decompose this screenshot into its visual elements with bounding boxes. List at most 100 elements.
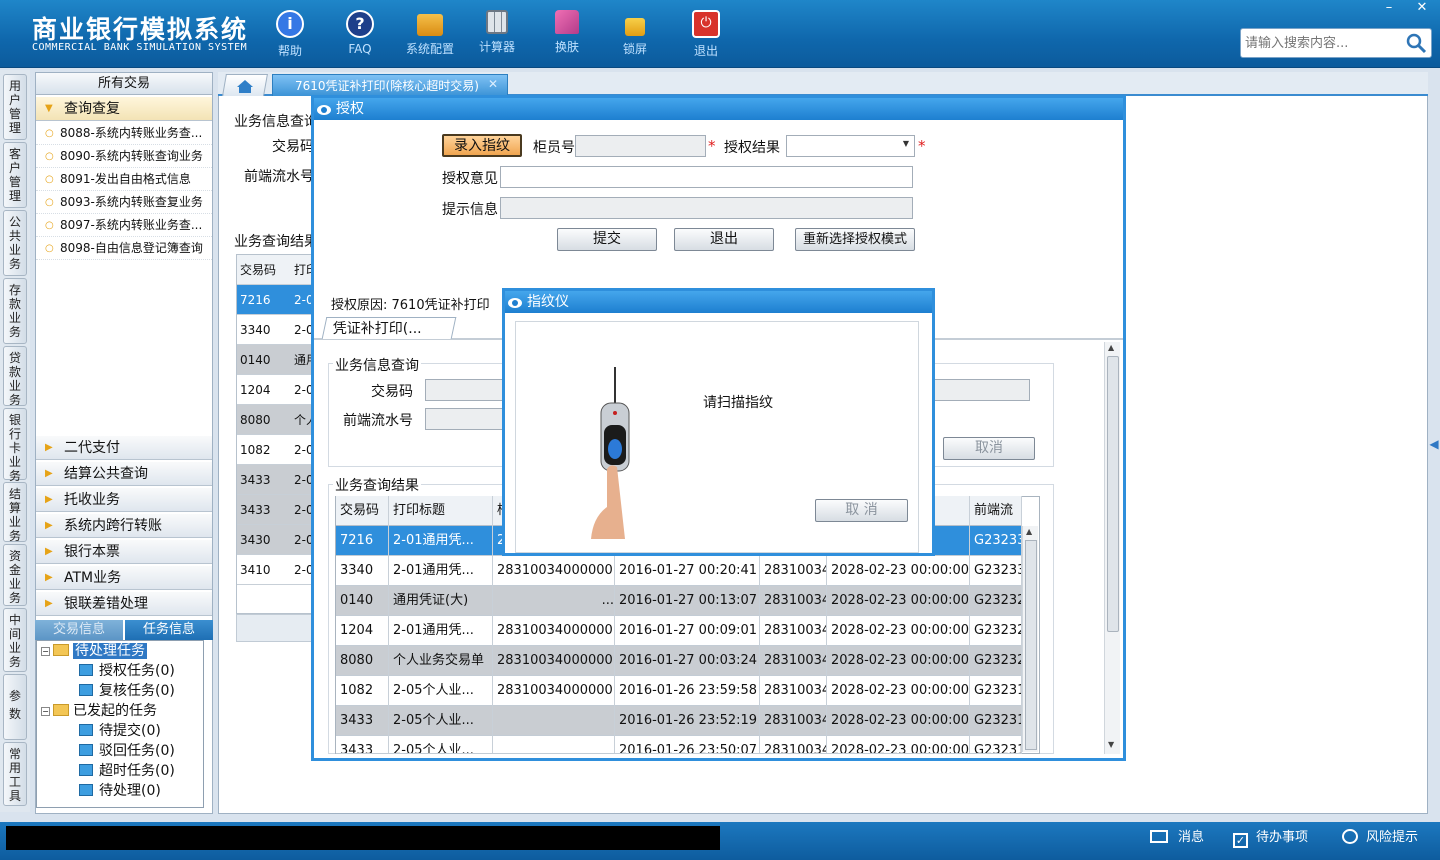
reselect-auth-mode-button[interactable]: 重新选择授权模式 [795,228,915,251]
bg-cell-title: 2-0 [291,285,311,315]
tab-task-info[interactable]: 任务信息 [125,620,213,640]
cell-title: 2-01通用凭... [389,616,493,646]
cell-expire: 2028-02-23 00:00:00 [827,646,970,676]
toolbar-faq-button[interactable]: ? FAQ [327,8,393,62]
vnav-customer-mgmt[interactable]: 客户管理 [3,142,27,208]
bg-cell-code: 3433 [237,495,291,525]
window-minimize-button[interactable]: – [1378,0,1400,18]
table-row[interactable]: 10822-05个人业...28310034000000122016-01-26… [336,676,1022,706]
cell-expire: 2028-02-23 00:00:00 [827,616,970,646]
menu-item[interactable]: ○ 8091-发出自由格式信息 [36,168,212,191]
auth-result-select[interactable]: ▼ [786,135,915,157]
menu-item[interactable]: ○ 8093-系统内转账查复业务 [36,191,212,214]
collapse-right-icon[interactable]: ◀ [1428,424,1440,464]
fingerprint-entry-button[interactable]: 录入指纹 [442,134,522,157]
tree-node-pending[interactable]: − 待处理任务 [41,641,147,661]
submit-button[interactable]: 提交 [557,228,657,251]
menu-item[interactable]: ○ 8097-系统内转账业务查... [36,214,212,237]
vnav-loan[interactable]: 贷款业务 [3,346,27,407]
vnav-intermediate[interactable]: 中间业务 [3,608,27,672]
status-messages-button[interactable]: 消息 [1150,828,1204,848]
menu-group[interactable]: ▶ 二代支付 [36,436,212,460]
table-row[interactable]: 12042-01通用凭...28310034000000142016-01-27… [336,616,1022,646]
auth-result-label: 授权结果 [724,140,780,156]
tree-node-to-submit[interactable]: 待提交(0) [79,721,161,741]
menu-group[interactable]: ▶ 托收业务 [36,488,212,512]
chevron-right-icon: ▶ [45,442,53,453]
inner-cancel-button[interactable]: 取消 [943,437,1035,460]
chevron-right-icon: ▶ [45,598,53,609]
scroll-up-icon[interactable]: ▲ [1108,343,1114,352]
status-todo-button[interactable]: ✓ 待办事项 [1233,828,1308,848]
table-row[interactable]: 0140 通用凭证(大)... 2016-01-27 00:13:07 2831003… [336,586,1022,616]
cell-expire: 2028-02-23 00:00:00 [827,586,970,616]
toolbar-skin-button[interactable]: 换肤 [534,8,600,62]
scroll-down-icon[interactable]: ▼ [1108,740,1114,749]
toolbar-help-button[interactable]: i 帮助 [257,8,323,62]
tab-home[interactable] [222,74,268,96]
menu-item[interactable]: ○ 8098-自由信息登记簿查询 [36,237,212,260]
exit-button[interactable]: 退出 [674,228,774,251]
table-row[interactable]: 8080个人业务交易单28310034000000132016-01-27 00… [336,646,1022,676]
search-input[interactable] [1245,30,1405,56]
menu-item[interactable]: ○ 8088-系统内转账业务查... [36,122,212,145]
tree-node-auth-task[interactable]: 授权任务(0) [79,661,175,681]
table-row[interactable]: 3433 2-05个人业... 2016-01-26 23:52:19 2831003… [336,706,1022,736]
collapse-icon[interactable]: − [41,647,50,656]
menu-group[interactable]: ▶ 银行本票 [36,540,212,564]
menu-group[interactable]: ▶ ATM业务 [36,566,212,590]
menu-group[interactable]: ▶ 银联差错处理 [36,592,212,616]
fingerprint-cancel-button[interactable]: 取 消 [815,499,908,522]
tree-node-initiated[interactable]: − 已发起的任务 [41,701,157,721]
tab-transaction-info[interactable]: 交易信息 [35,620,123,640]
tree-node-timeout[interactable]: 超时任务(0) [79,761,175,781]
menu-item[interactable]: ○ 8090-系统内转账查询业务 [36,145,212,168]
tree-node-review-task[interactable]: 复核任务(0) [79,681,175,701]
inner-tab-voucher[interactable]: 凭证补打印(... [321,317,457,339]
vnav-user-mgmt[interactable]: 用户管理 [3,74,27,140]
tree-node-rejected[interactable]: 驳回任务(0) [79,741,175,761]
vnav-params[interactable]: 参数 [3,674,27,740]
fingerprint-dialog: 指纹仪 请扫描指纹 取 消 [502,288,935,556]
vnav-bank-card[interactable]: 银行卡业务 [3,408,27,483]
cell-title: 2-05个人业... [389,706,493,736]
toolbar-config-button[interactable]: 系统配置 [397,8,463,62]
bg-cell-title: 通用 [291,345,311,375]
toolbar-calculator-button[interactable]: 计算器 [464,8,530,62]
auth-opinion-input[interactable] [500,166,913,188]
scrollbar-thumb[interactable] [1025,540,1037,750]
fingerprint-message: 请扫描指纹 [703,395,773,411]
vnav-funds[interactable]: 资金业务 [3,544,27,606]
status-risk-button[interactable]: 风险提示 [1342,828,1418,848]
toolbar-lock-button[interactable]: 锁屏 [602,8,668,62]
window-close-button[interactable]: ✕ [1411,0,1433,18]
inner-tx-code-label: 交易码 [371,384,413,400]
tab-voucher-reprint[interactable]: 7610凭证补打印(除核心超时交易) [272,74,508,96]
close-icon[interactable]: ✕ [488,77,500,91]
menu-group[interactable]: ▶ 系统内跨行转账 [36,514,212,538]
bg-cell-title: 2-0 [291,435,311,465]
vnav-public-business[interactable]: 公共业务 [3,210,27,276]
toolbar-exit-button[interactable]: ⏻ 退出 [673,8,739,62]
table-row[interactable]: 33402-01通用凭...28310034000000152016-01-27… [336,556,1022,586]
bg-table-footer [236,614,312,642]
menu-group[interactable]: ▶ 结算公共查询 [36,462,212,486]
table-row[interactable]: 3433 2-05个人业... 2016-01-26 23:50:07 2831003… [336,736,1022,754]
cell-title: 个人业务交易单 [389,646,493,676]
hint-input[interactable] [500,197,913,219]
cell-code: 1204 [336,616,389,646]
vnav-deposit[interactable]: 存款业务 [3,278,27,344]
bg-cell-code: 8080 [237,405,291,435]
cell-title: 2-05个人业... [389,736,493,753]
table-scrollbar[interactable]: ▲ [1022,526,1038,752]
teller-input[interactable] [575,135,706,157]
vnav-tools[interactable]: 常用工具 [3,742,27,806]
collapse-icon[interactable]: − [41,707,50,716]
scrollbar-thumb[interactable] [1107,356,1119,632]
scroll-up-icon[interactable]: ▲ [1026,527,1032,536]
vnav-settlement[interactable]: 结算业务 [3,482,27,543]
menu-group-query[interactable]: ▼ 查询查复 [36,97,212,121]
dialog-scrollbar[interactable]: ▲ ▼ [1104,342,1120,754]
search-icon[interactable] [1405,32,1427,54]
tree-node-to-process[interactable]: 待处理(0) [79,781,161,801]
